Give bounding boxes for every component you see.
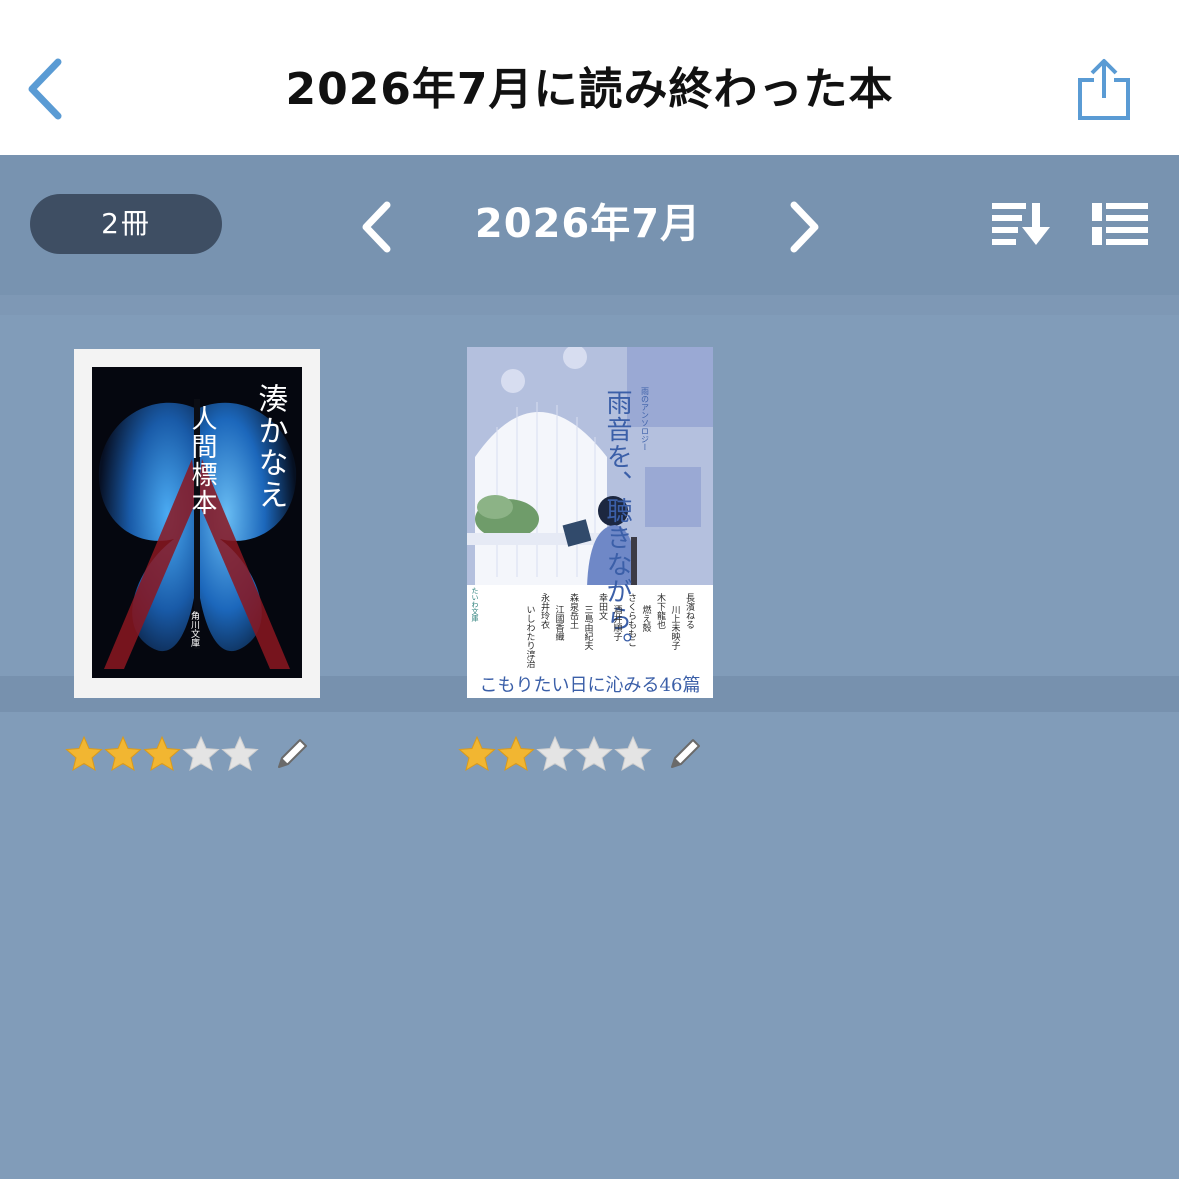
book-cover-label: たいわ文庫 — [471, 587, 479, 623]
shelf-top — [0, 295, 1179, 315]
current-month-label: 2026年7月 — [474, 201, 702, 247]
star-filled-icon[interactable] — [64, 734, 104, 774]
book-cover-publisher: 角川文庫 — [189, 610, 200, 648]
star-filled-icon[interactable] — [457, 734, 497, 774]
book-rating-2[interactable] — [457, 732, 704, 776]
navigation-bar: 2026年7月に読み終わった本 — [0, 0, 1179, 155]
book-count-badge: 2冊 — [30, 194, 222, 254]
book-cover-author: 湊かなえ — [253, 383, 288, 511]
book-cover-author-name: いしわたり淳治 — [525, 605, 536, 669]
star-empty-icon[interactable] — [220, 734, 260, 774]
book-cover-author-name: 永井玲衣 — [539, 592, 550, 630]
book-cover-author-name: 川上未映子 — [670, 605, 681, 650]
book-cover-author-name: さくらももこ — [626, 593, 637, 647]
book-cover-tagline: こもりたい日に沁みる46篇 — [480, 675, 701, 696]
star-empty-icon[interactable] — [535, 734, 575, 774]
book-cover-author-name: 森泉岳土 — [568, 592, 579, 629]
book-cover-amaoto[interactable]: 雨音を、聴きながら。 雨のアンソロジー たいわ文庫 長濱ねる 川上未映子 木下龍也燃… — [467, 347, 713, 698]
star-filled-icon[interactable] — [142, 734, 182, 774]
pencil-icon[interactable] — [666, 735, 704, 773]
star-empty-icon[interactable] — [613, 734, 653, 774]
star-empty-icon[interactable] — [181, 734, 221, 774]
book-cover-image: 人間標本 湊かなえ 角川文庫 — [74, 349, 320, 698]
book-rating-1[interactable] — [64, 732, 311, 776]
book-cover-author-name: 長濱ねる — [684, 593, 695, 629]
book-cover-author-name: 木下龍也 — [655, 592, 666, 629]
page-title: 2026年7月に読み終わった本 — [285, 64, 894, 115]
book-cover-author-name: 三島由紀夫 — [583, 605, 594, 651]
share-icon[interactable] — [1070, 56, 1136, 122]
chevron-right-icon[interactable] — [782, 200, 826, 254]
chevron-left-icon[interactable] — [355, 200, 399, 254]
list-view-icon[interactable] — [1090, 201, 1150, 247]
book-cover-ningen-hyohon[interactable]: 人間標本 湊かなえ 角川文庫 — [74, 349, 320, 698]
book-cover-author-name: 江國香織 — [554, 605, 565, 641]
pencil-icon[interactable] — [273, 735, 311, 773]
sort-descending-icon[interactable] — [990, 201, 1052, 247]
star-empty-icon[interactable] — [574, 734, 614, 774]
book-cover-author-name: 酒井順子 — [612, 605, 623, 641]
book-cover-image: 雨音を、聴きながら。 雨のアンソロジー たいわ文庫 長濱ねる川上未映子木下龍也燃… — [467, 347, 713, 698]
book-cover-author-name: 幸田文 — [597, 593, 608, 621]
star-filled-icon[interactable] — [103, 734, 143, 774]
book-cover-author-name: 燃え殻 — [641, 604, 652, 633]
star-filled-icon[interactable] — [496, 734, 536, 774]
book-cover-title: 人間標本 — [187, 405, 217, 517]
book-cover-series: 雨のアンソロジー — [641, 387, 650, 451]
